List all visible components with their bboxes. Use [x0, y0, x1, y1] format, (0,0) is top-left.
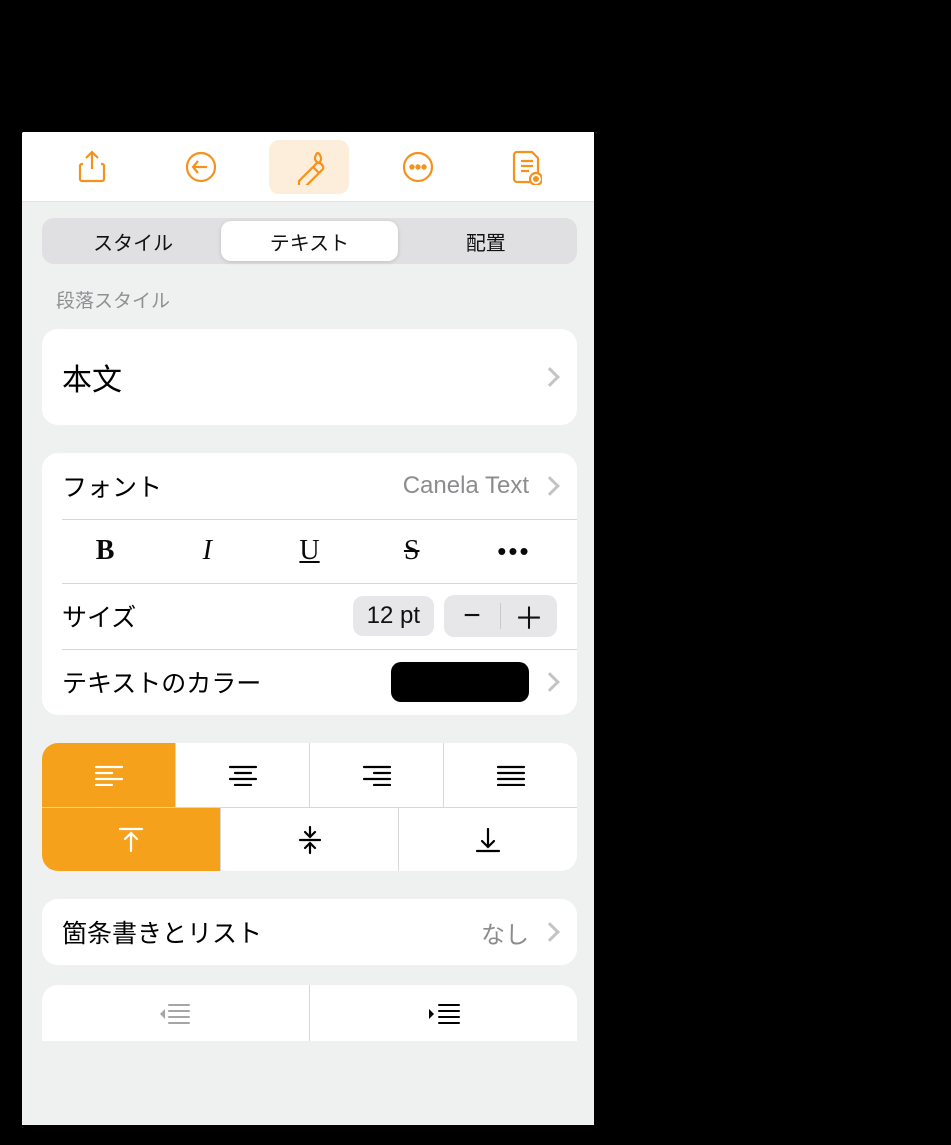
increase-indent-button[interactable]	[310, 985, 577, 1041]
size-stepper: − ＋	[444, 595, 557, 637]
callout-line-top	[369, 0, 371, 127]
align-center-button[interactable]	[176, 743, 310, 807]
font-value: Canela Text	[403, 472, 529, 500]
chevron-right-icon	[540, 922, 560, 942]
paragraph-style-header: 段落スタイル	[22, 286, 597, 319]
align-justify-button[interactable]	[444, 743, 577, 807]
horizontal-align-row	[42, 743, 577, 807]
font-row[interactable]: フォント Canela Text	[42, 453, 577, 519]
more-button[interactable]	[378, 140, 458, 194]
callout-line-right-horizontal	[616, 736, 644, 738]
tab-arrange[interactable]: 配置	[398, 221, 574, 261]
bold-button[interactable]: B	[54, 535, 156, 567]
align-right-button[interactable]	[310, 743, 444, 807]
bullets-label: 箇条書きとリスト	[62, 914, 262, 950]
format-panel: スタイル テキスト 配置 段落スタイル 本文 フォント Canela Text …	[22, 132, 597, 1128]
strikethrough-button[interactable]: S	[361, 535, 463, 567]
panel-bottom-border	[22, 1125, 597, 1128]
toolbar	[22, 132, 597, 202]
text-color-row[interactable]: テキストのカラー	[42, 649, 577, 715]
paragraph-style-value: 本文	[62, 355, 122, 399]
size-label: サイズ	[62, 598, 136, 634]
italic-button[interactable]: I	[156, 535, 258, 567]
font-label: フォント	[62, 468, 162, 504]
decrease-indent-button[interactable]	[42, 985, 310, 1041]
format-button[interactable]	[269, 140, 349, 194]
paragraph-style-card: 本文	[42, 329, 577, 425]
size-row: サイズ 12 pt − ＋	[42, 583, 577, 649]
align-left-button[interactable]	[42, 743, 176, 807]
indent-card	[42, 985, 577, 1041]
bullets-row[interactable]: 箇条書きとリスト なし	[42, 899, 577, 965]
bullets-card: 箇条書きとリスト なし	[42, 899, 577, 965]
size-decrease-button[interactable]: −	[444, 595, 500, 637]
size-value[interactable]: 12 pt	[353, 596, 434, 636]
paragraph-style-row[interactable]: 本文	[42, 329, 577, 425]
alignment-card	[42, 743, 577, 871]
underline-button[interactable]: U	[258, 535, 360, 567]
chevron-right-icon	[540, 672, 560, 692]
tab-style[interactable]: スタイル	[45, 221, 221, 261]
share-button[interactable]	[52, 140, 132, 194]
chevron-right-icon	[540, 367, 560, 387]
font-card: フォント Canela Text B I U S ••• サイズ 12 pt −…	[42, 453, 577, 715]
bullets-value: なし	[481, 915, 529, 950]
format-tabs: スタイル テキスト 配置	[42, 218, 577, 264]
chevron-right-icon	[540, 476, 560, 496]
align-bottom-button[interactable]	[399, 808, 577, 871]
align-middle-button[interactable]	[221, 808, 400, 871]
more-format-button[interactable]: •••	[463, 536, 565, 567]
vertical-align-row	[42, 807, 577, 871]
text-color-label: テキストのカラー	[62, 664, 261, 700]
size-increase-button[interactable]: ＋	[501, 595, 557, 637]
undo-button[interactable]	[161, 140, 241, 194]
tabs-container: スタイル テキスト 配置	[22, 202, 597, 286]
format-buttons-row: B I U S •••	[42, 519, 577, 583]
tab-text[interactable]: テキスト	[221, 221, 397, 261]
text-color-swatch[interactable]	[391, 662, 529, 702]
align-top-button[interactable]	[42, 808, 221, 871]
document-button[interactable]	[487, 140, 567, 194]
